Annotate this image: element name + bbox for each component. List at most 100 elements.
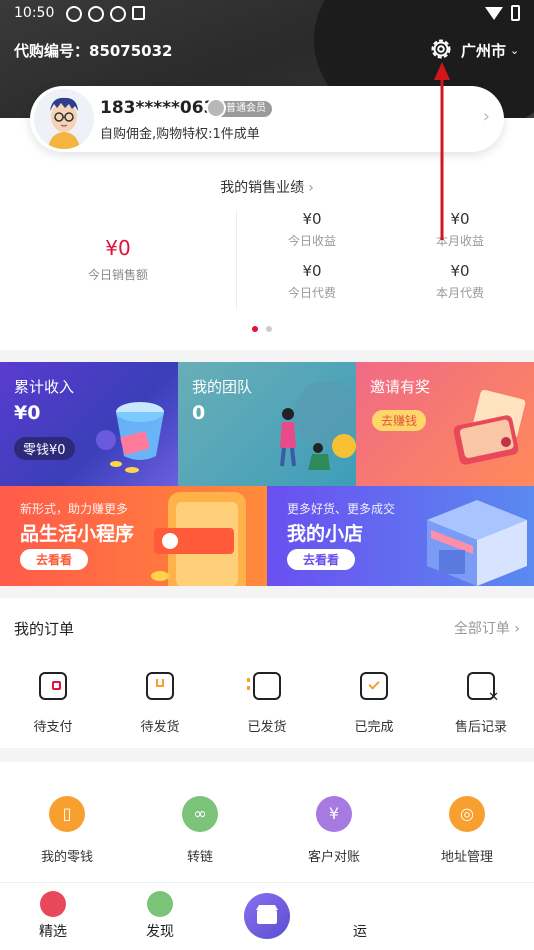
notification-icon xyxy=(132,6,145,20)
diamond-icon xyxy=(40,891,66,917)
medal-icon xyxy=(206,98,226,118)
sales-title[interactable]: 我的销售业绩 › xyxy=(0,177,534,197)
carousel-dot xyxy=(266,326,272,332)
battery-icon xyxy=(511,5,520,21)
member-badge: 普通会员 xyxy=(206,98,272,118)
profile-desc: 自购佣金,购物特权:1件成单 xyxy=(100,127,260,142)
tool-label: 客户对账 xyxy=(307,850,360,865)
order-shipped[interactable]: 已发货 xyxy=(227,672,307,735)
carousel-dot-active xyxy=(252,326,258,332)
truck-icon xyxy=(247,672,281,700)
stat-value: ¥0 xyxy=(450,210,470,228)
store-icon xyxy=(256,905,278,924)
settings-gear-icon[interactable] xyxy=(429,37,453,61)
shop-see-button[interactable]: 去看看 xyxy=(287,549,356,570)
today-sales-value: ¥0 xyxy=(105,236,131,260)
income-title: 累计收入 xyxy=(14,378,75,396)
team-title: 我的团队 xyxy=(192,378,253,396)
shop-title: 我的小店 xyxy=(287,523,364,545)
aftersale-icon: ✕ xyxy=(467,672,499,704)
notification-icon xyxy=(66,6,82,22)
tab-label: 运 xyxy=(353,924,367,940)
tab-more[interactable]: 运 xyxy=(330,891,390,941)
invite-tile[interactable]: 邀请有奖 去赚钱 xyxy=(356,362,534,486)
eye-icon xyxy=(147,891,173,917)
notification-icon xyxy=(88,6,104,22)
miniapp-banner[interactable]: 新形式，助力赚更多 品生活小程序 去看看 xyxy=(0,486,267,586)
order-label: 已发货 xyxy=(247,720,287,735)
tab-featured[interactable]: 精选 xyxy=(23,891,83,941)
link-icon: ∞ xyxy=(182,796,218,832)
tools-section: ▯ 我的零钱 ∞ 转链 ¥ 客户对账 ◎ 地址管理 xyxy=(0,762,534,882)
tab-label: 精选 xyxy=(39,924,67,940)
chevron-down-icon: ⌄ xyxy=(510,44,520,57)
bottom-tab-bar: 精选 发现 运 xyxy=(0,882,534,950)
city-selector[interactable]: 广州市 ⌄ xyxy=(461,40,519,61)
coin-bucket-illustration xyxy=(96,402,164,473)
orders-section: 我的订单 全部订单 › 待支付 待发货 已发货 已完成 ✕ 售后记录 xyxy=(0,598,534,748)
stat-label: 今日收益 xyxy=(287,234,336,248)
status-bar: 10:50 xyxy=(0,0,534,28)
tool-address[interactable]: ◎ 地址管理 xyxy=(417,796,517,865)
order-pending-payment[interactable]: 待支付 xyxy=(13,672,93,735)
all-orders-label: 全部订单 xyxy=(453,621,510,637)
team-illustration xyxy=(280,382,356,470)
team-tile[interactable]: 我的团队 0 xyxy=(178,362,356,486)
tool-label: 转链 xyxy=(186,850,213,865)
tool-change[interactable]: ▯ 我的零钱 xyxy=(17,796,117,865)
agent-id: 代购编号：85075032 xyxy=(14,42,173,60)
today-proxy: ¥0 今日代费 xyxy=(262,262,362,301)
stat-value: ¥0 xyxy=(302,262,322,280)
store-tab-button[interactable] xyxy=(244,893,290,939)
miniapp-see-button[interactable]: 去看看 xyxy=(20,549,89,570)
wallet-icon xyxy=(39,672,67,700)
team-value: 0 xyxy=(192,402,206,424)
order-pending-shipment[interactable]: 待发货 xyxy=(120,672,200,735)
tab-discover[interactable]: 发现 xyxy=(130,891,190,941)
check-icon xyxy=(360,672,388,700)
income-value: ¥0 xyxy=(14,402,41,424)
status-time: 10:50 xyxy=(14,5,55,21)
order-aftersale[interactable]: ✕ 售后记录 xyxy=(441,672,521,735)
notification-icon xyxy=(110,6,126,22)
miniapp-title: 品生活小程序 xyxy=(20,523,135,545)
tool-label: 地址管理 xyxy=(440,850,493,865)
income-tile[interactable]: 累计收入 ¥0 零钱¥0 xyxy=(0,362,178,486)
stat-value: ¥0 xyxy=(450,262,470,280)
wallet-illustration xyxy=(453,390,526,465)
orders-title: 我的订单 xyxy=(14,620,75,638)
tool-label: 我的零钱 xyxy=(40,850,93,865)
phone-illustration xyxy=(151,492,246,586)
all-orders-link[interactable]: 全部订单 › xyxy=(454,618,520,638)
change-icon: ▯ xyxy=(49,796,85,832)
tool-reconcile[interactable]: ¥ 客户对账 xyxy=(284,796,384,865)
chevron-right-icon: › xyxy=(482,106,490,127)
tab-label: 发现 xyxy=(146,924,174,940)
member-level: 普通会员 xyxy=(226,103,266,114)
invite-button[interactable]: 去赚钱 xyxy=(372,410,427,431)
shop-subtitle: 更多好货、更多成交 xyxy=(287,502,396,516)
carousel-dots xyxy=(252,326,272,332)
stat-label: 今日代费 xyxy=(287,286,336,300)
change-pill[interactable]: 零钱¥0 xyxy=(14,437,75,460)
sales-title-label: 我的销售业绩 xyxy=(220,180,305,196)
order-label: 已完成 xyxy=(354,720,394,735)
order-label: 售后记录 xyxy=(454,720,507,735)
stat-value: ¥0 xyxy=(302,210,322,228)
order-label: 待支付 xyxy=(33,720,73,735)
tab-icon xyxy=(347,891,373,917)
profile-card[interactable]: 183*****063 普通会员 自购佣金,购物特权:1件成单 › xyxy=(30,86,504,152)
today-income: ¥0 今日收益 xyxy=(262,210,362,249)
miniapp-subtitle: 新形式，助力赚更多 xyxy=(20,502,129,516)
stat-label: 本月收益 xyxy=(435,234,484,248)
box-icon xyxy=(146,672,174,700)
city-label: 广州市 xyxy=(461,42,507,60)
yen-icon: ¥ xyxy=(316,796,352,832)
location-icon: ◎ xyxy=(449,796,485,832)
shop-banner[interactable]: 更多好货、更多成交 我的小店 去看看 xyxy=(267,486,534,586)
order-completed[interactable]: 已完成 xyxy=(334,672,414,735)
shop-illustration xyxy=(427,500,527,586)
tool-link[interactable]: ∞ 转链 xyxy=(150,796,250,865)
today-sales: ¥0 今日销售额 xyxy=(66,236,170,283)
wifi-icon xyxy=(485,6,503,20)
